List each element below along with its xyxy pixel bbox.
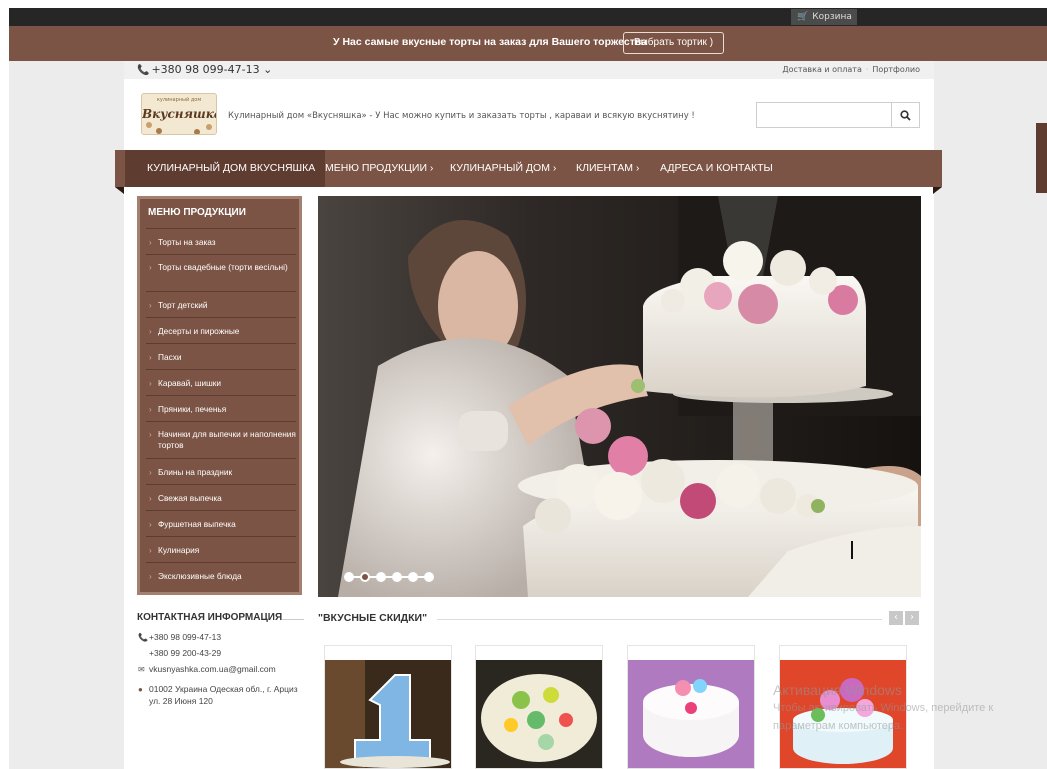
sidebar-item-pancakes[interactable]: Блины на праздник — [146, 458, 296, 484]
side-feedback-tab[interactable] — [1036, 123, 1047, 193]
logo-decoration — [156, 128, 162, 134]
header-phone-number: +380 98 099-47-13 — [151, 63, 260, 76]
promo-text: У Нас самые вкусные торты на заказ для В… — [333, 36, 648, 48]
header-phone[interactable]: 📞 +380 98 099-47-13 ⌄ — [137, 63, 272, 76]
discounts-title: "ВКУСНЫЕ СКИДКИ" — [318, 612, 428, 624]
product-card[interactable] — [324, 645, 452, 769]
product-image-fruit-cake — [476, 660, 602, 768]
search-input[interactable] — [757, 103, 891, 127]
search-box — [756, 102, 920, 128]
hero-slider[interactable] — [318, 196, 921, 597]
contact-address-2: ул. 28 Июня 120 — [149, 696, 213, 706]
product-image-flower-cake — [780, 660, 906, 768]
chevron-down-icon: ⌄ — [263, 63, 273, 76]
logo-subtitle: кулинарный дом — [156, 97, 202, 103]
product-image-number-cake — [325, 660, 451, 768]
main-nav: КУЛИНАРНЫЙ ДОМ ВКУСНЯШКА МЕНЮ ПРОДУКЦИИ … — [115, 150, 942, 187]
search-icon — [900, 110, 911, 121]
product-menu-title: МЕНЮ ПРОДУКЦИИ — [148, 207, 246, 218]
slider-dot[interactable] — [344, 572, 354, 582]
carousel-prev-button[interactable]: ‹ — [889, 611, 903, 625]
contact-address-1: ● 01002 Украина Одеская обл., г. Арциз — [138, 684, 298, 694]
product-card[interactable] — [475, 645, 603, 769]
portfolio-link[interactable]: Портфолио — [872, 65, 920, 74]
top-bar: 🛒 Корзина — [9, 8, 1047, 26]
promo-bar: У Нас самые вкусные торты на заказ для В… — [9, 26, 1047, 61]
contact-info-title: КОНТАКТНАЯ ИНФОРМАЦИЯ — [137, 612, 283, 623]
logo-decoration — [194, 129, 200, 134]
sidebar-item-culinary[interactable]: Кулинария — [146, 536, 296, 562]
slider-dot[interactable] — [424, 572, 434, 582]
slider-dot-active[interactable] — [360, 572, 370, 582]
delivery-link[interactable]: Доставка и оплата — [782, 65, 862, 74]
product-image-pink-cake — [628, 660, 754, 768]
product-menu-list: Торты на заказ Торты свадебные (торти ве… — [146, 228, 296, 588]
logo-decoration — [146, 122, 152, 128]
phone-icon: 📞 — [137, 65, 150, 76]
nav-item-culinary-house[interactable]: КУЛИНАРНЫЙ ДОМ › — [450, 150, 556, 187]
product-card[interactable] — [627, 645, 755, 769]
header-top-strip: 📞 +380 98 099-47-13 ⌄ Доставка и оплата · П… — [124, 61, 934, 79]
mail-icon: ✉ — [138, 665, 145, 674]
contact-phone-2[interactable]: +380 99 200-43-29 — [149, 648, 221, 658]
nav-item-clients[interactable]: КЛИЕНТАМ › — [576, 150, 639, 187]
windows-activation-watermark: Чтобы активировать Windows, перейдите к — [773, 702, 994, 714]
logo-decoration — [206, 124, 212, 130]
cart-button[interactable]: 🛒 Корзина — [791, 9, 857, 25]
header-links: Доставка и оплата · Портфолио — [782, 65, 920, 74]
slider-dot[interactable] — [408, 572, 418, 582]
sidebar-item-fillings[interactable]: Начинки для выпечки и наполнения тортов — [146, 421, 296, 458]
sidebar-item-kids-cake[interactable]: Торт детский — [146, 291, 296, 317]
nav-ribbon-fold-left — [115, 187, 124, 194]
slider-dot[interactable] — [392, 572, 402, 582]
title-divider — [282, 619, 304, 620]
nav-item-home[interactable]: КУЛИНАРНЫЙ ДОМ ВКУСНЯШКА — [125, 150, 326, 187]
nav-item-contacts[interactable]: АДРЕСА И КОНТАКТЫ — [660, 150, 773, 187]
logo-text: Вкусняшка — [142, 107, 217, 121]
sidebar-item-gingerbread[interactable]: Пряники, печенья — [146, 395, 296, 421]
contact-email[interactable]: ✉ vkusnyashka.com.ua@gmail.com — [138, 664, 276, 674]
site-logo[interactable]: кулинарный дом Вкусняшка — [141, 93, 217, 135]
sidebar-item-fresh-bakery[interactable]: Свежая выпечка — [146, 484, 296, 510]
sidebar-item-buffet[interactable]: Фуршетная выпечка — [146, 510, 296, 536]
search-button[interactable] — [891, 103, 919, 127]
windows-activation-watermark: Активация Windows — [773, 682, 903, 698]
text-cursor — [851, 541, 853, 559]
cart-icon: 🛒 — [797, 12, 809, 22]
sidebar-item-cakes-to-order[interactable]: Торты на заказ — [146, 228, 296, 254]
site-tagline: Кулинарный дом «Вкусняшка» - У Нас можно… — [228, 111, 695, 121]
sidebar-item-korovai[interactable]: Каравай, шишки — [146, 369, 296, 395]
nav-ribbon-fold-right — [933, 187, 942, 194]
product-menu: МЕНЮ ПРОДУКЦИИ Торты на заказ Торты свад… — [137, 196, 302, 595]
cart-label: Корзина — [812, 12, 852, 22]
phone-icon: 📞 — [138, 633, 148, 642]
sidebar-item-exclusive[interactable]: Эксклюзивные блюда — [146, 562, 296, 588]
window-frame-left — [0, 0, 9, 769]
sidebar-item-desserts[interactable]: Десерты и пирожные — [146, 317, 296, 343]
contact-phone-1[interactable]: 📞+380 98 099-47-13 — [138, 632, 221, 642]
link-separator: · — [865, 65, 869, 74]
carousel-next-button[interactable]: › — [905, 611, 919, 625]
sidebar-item-wedding-cakes[interactable]: Торты свадебные (торти весільні) — [146, 254, 296, 291]
sidebar-item-easter[interactable]: Пасхи — [146, 343, 296, 369]
choose-cake-button[interactable]: Выбрать тортик ) — [623, 32, 724, 54]
slider-dot[interactable] — [376, 572, 386, 582]
nav-item-products[interactable]: МЕНЮ ПРОДУКЦИИ › — [325, 150, 433, 187]
title-divider — [437, 619, 882, 620]
window-frame-top — [0, 0, 1047, 8]
wedding-cake-photo — [318, 196, 921, 597]
windows-activation-watermark: параметрам компьютера. — [773, 720, 904, 732]
location-pin-icon: ● — [138, 685, 143, 694]
